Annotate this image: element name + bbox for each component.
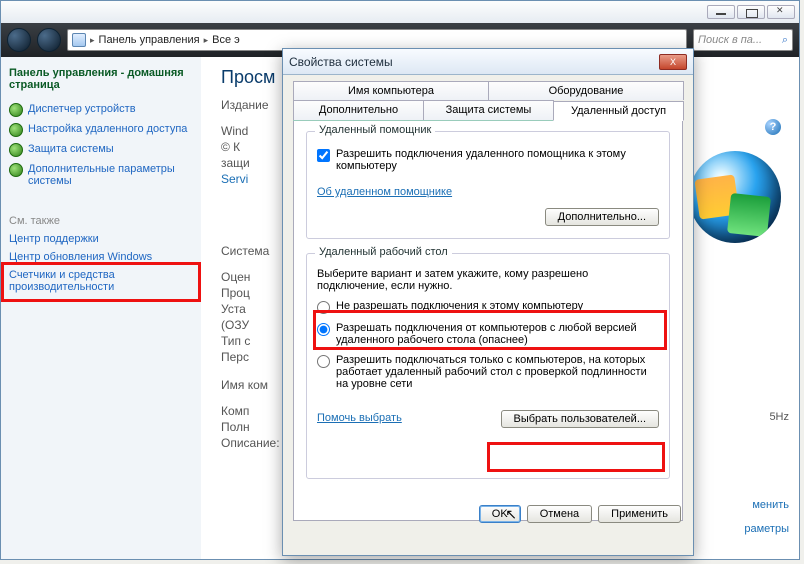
params-link[interactable]: раметры bbox=[744, 523, 789, 535]
group-title: Удаленный помощник bbox=[315, 124, 435, 136]
remote-assistance-group: Удаленный помощник Разрешить подключения… bbox=[306, 131, 670, 239]
radio-label: Не разрешать подключения к этому компьют… bbox=[336, 300, 583, 312]
computer-icon bbox=[72, 33, 86, 47]
about-remote-assist-link[interactable]: Об удаленном помощнике bbox=[317, 186, 452, 198]
see-also-heading: См. также bbox=[9, 215, 193, 227]
sidebar-item-remote-settings[interactable]: Настройка удаленного доступа bbox=[9, 123, 193, 137]
minimize-button[interactable] bbox=[707, 5, 735, 19]
sidebar-link-action-center[interactable]: Центр поддержки bbox=[9, 233, 193, 245]
select-users-button[interactable]: Выбрать пользователей... bbox=[501, 410, 660, 428]
shield-icon bbox=[9, 123, 23, 137]
help-choose-link[interactable]: Помочь выбрать bbox=[317, 412, 402, 424]
sidebar-item-device-manager[interactable]: Диспетчер устройств bbox=[9, 103, 193, 117]
sidebar-item-label: Настройка удаленного доступа bbox=[28, 123, 187, 135]
sidebar-item-system-protection[interactable]: Защита системы bbox=[9, 143, 193, 157]
tab-advanced[interactable]: Дополнительно bbox=[293, 100, 424, 120]
radio-allow-nla[interactable]: Разрешить подключаться только с компьюте… bbox=[317, 354, 659, 390]
dialog-close-button[interactable]: X bbox=[659, 54, 687, 70]
radio-label: Разрешать подключения от компьютеров с л… bbox=[336, 322, 659, 346]
sidebar-link-perf-tools[interactable]: Счетчики и средства производительности bbox=[9, 269, 193, 293]
shield-icon bbox=[9, 163, 23, 177]
tab-computer-name[interactable]: Имя компьютера bbox=[293, 81, 489, 100]
shield-icon bbox=[9, 143, 23, 157]
search-icon: ⌕ bbox=[782, 34, 788, 47]
chevron-right-icon: ▸ bbox=[90, 35, 95, 46]
search-input[interactable]: Поиск в па... ⌕ bbox=[693, 29, 793, 51]
cancel-button[interactable]: Отмена bbox=[527, 505, 592, 523]
radio-dont-allow[interactable]: Не разрешать подключения к этому компьют… bbox=[317, 300, 659, 314]
sidebar-item-label: Дополнительные параметры системы bbox=[28, 163, 193, 187]
advanced-button[interactable]: Дополнительно... bbox=[545, 208, 659, 226]
tab-hardware[interactable]: Оборудование bbox=[488, 81, 684, 100]
sidebar: Панель управления - домашняя страница Ди… bbox=[1, 57, 201, 559]
radio[interactable] bbox=[317, 301, 330, 314]
tab-remote[interactable]: Удаленный доступ bbox=[553, 101, 684, 121]
windows-logo-icon bbox=[689, 151, 781, 243]
radio-allow-any[interactable]: Разрешать подключения от компьютеров с л… bbox=[317, 322, 659, 346]
sidebar-link-windows-update[interactable]: Центр обновления Windows bbox=[9, 251, 193, 263]
close-button[interactable] bbox=[767, 5, 795, 19]
system-properties-dialog: Свойства системы X Имя компьютера Оборуд… bbox=[282, 48, 694, 556]
back-button[interactable] bbox=[7, 28, 31, 52]
sidebar-item-label: Диспетчер устройств bbox=[28, 103, 136, 115]
radio[interactable] bbox=[317, 323, 330, 336]
sidebar-item-advanced-system[interactable]: Дополнительные параметры системы bbox=[9, 163, 193, 187]
apply-button[interactable]: Применить bbox=[598, 505, 681, 523]
maximize-button[interactable] bbox=[737, 5, 765, 19]
dialog-title: Свойства системы bbox=[289, 55, 659, 69]
sidebar-item-label: Защита системы bbox=[28, 143, 114, 155]
partial-text: 5Hz bbox=[769, 411, 789, 423]
sidebar-home-link[interactable]: Панель управления - домашняя страница bbox=[9, 67, 193, 91]
change-link[interactable]: менить bbox=[752, 499, 789, 511]
radio-label: Разрешить подключаться только с компьюте… bbox=[336, 354, 659, 390]
radio[interactable] bbox=[317, 355, 330, 368]
shield-icon bbox=[9, 103, 23, 117]
help-icon[interactable]: ? bbox=[765, 119, 781, 135]
checkbox[interactable] bbox=[317, 149, 330, 162]
group-title: Удаленный рабочий стол bbox=[315, 246, 452, 258]
breadcrumb-segment[interactable]: Все э bbox=[212, 34, 240, 46]
breadcrumb-segment[interactable]: Панель управления bbox=[99, 34, 200, 46]
dialog-titlebar[interactable]: Свойства системы X bbox=[283, 49, 693, 75]
remote-desktop-group: Удаленный рабочий стол Выберите вариант … bbox=[306, 253, 670, 479]
allow-remote-assist-checkbox[interactable]: Разрешить подключения удаленного помощни… bbox=[317, 148, 659, 172]
sidebar-item-label: Центр поддержки bbox=[9, 233, 99, 245]
instruction-text: Выберите вариант и затем укажите, кому р… bbox=[317, 268, 659, 292]
tab-panel-remote: Удаленный помощник Разрешить подключения… bbox=[293, 121, 683, 521]
tabs: Имя компьютера Оборудование Дополнительн… bbox=[293, 81, 683, 121]
search-placeholder: Поиск в па... bbox=[698, 34, 762, 46]
forward-button[interactable] bbox=[37, 28, 61, 52]
checkbox-label: Разрешить подключения удаленного помощни… bbox=[336, 148, 659, 172]
chevron-right-icon: ▸ bbox=[204, 35, 209, 46]
ok-button[interactable]: OK bbox=[479, 505, 521, 523]
tab-system-protection[interactable]: Защита системы bbox=[423, 100, 554, 120]
dialog-footer: OK Отмена Применить bbox=[479, 505, 681, 523]
titlebar bbox=[1, 1, 799, 23]
highlight-box bbox=[487, 442, 665, 472]
sidebar-item-label: Центр обновления Windows bbox=[9, 251, 152, 263]
sidebar-item-label: Счетчики и средства производительности bbox=[9, 269, 193, 293]
